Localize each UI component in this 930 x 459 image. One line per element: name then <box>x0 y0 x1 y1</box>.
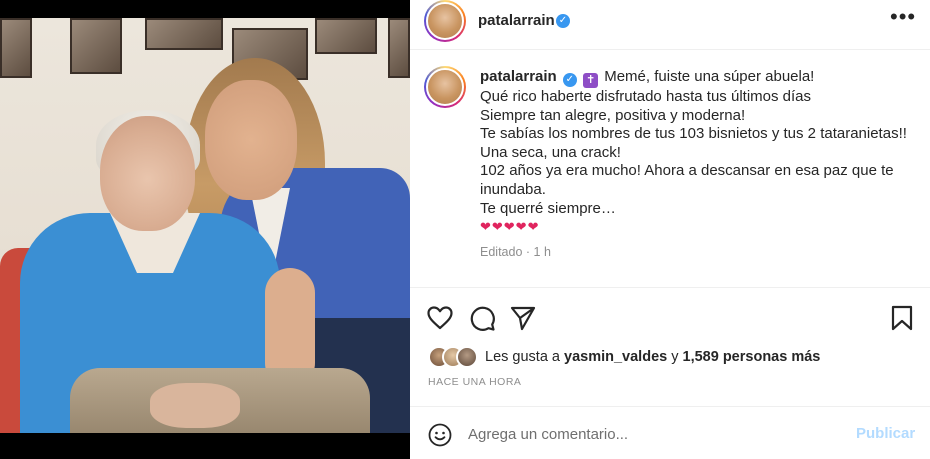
wall-picture <box>70 18 122 74</box>
meta-separator: · <box>525 245 531 259</box>
caption-time[interactable]: 1 h <box>534 245 551 259</box>
more-options-icon[interactable]: ••• <box>890 6 915 30</box>
cross-emoji-icon: ✝ <box>583 73 599 88</box>
avatar <box>456 346 478 368</box>
emoji-icon[interactable] <box>428 423 452 447</box>
wall-picture <box>388 18 410 78</box>
caption-avatar[interactable] <box>424 66 466 108</box>
photo-frame <box>0 18 410 433</box>
wall-picture <box>145 18 223 50</box>
caption-line: Te sabías los nombres de tus 103 bisniet… <box>480 125 907 143</box>
caption-text: Memé, fuiste una súper abuela! <box>604 68 815 85</box>
author-avatar[interactable] <box>424 0 466 42</box>
verified-badge-icon: ✓ <box>562 73 577 87</box>
likes-prefix: Les gusta a <box>485 349 560 365</box>
publish-button[interactable]: Publicar <box>856 425 915 442</box>
comment-input[interactable] <box>468 421 838 447</box>
caption-line: Una seca, una crack! <box>480 143 621 161</box>
caption-line: Qué rico haberte disfrutado hasta tus úl… <box>480 88 812 105</box>
likes-count[interactable]: 1,589 personas más <box>683 349 821 365</box>
caption-line: 102 años ya era mucho! Ahora a descansar… <box>480 162 894 180</box>
wall-picture <box>0 18 32 78</box>
caption-line: Te querré siempre… <box>480 199 616 217</box>
hearts-emoji: ❤❤❤❤❤ <box>480 219 540 235</box>
likes-conjunction: y <box>671 349 679 365</box>
paper-plane-icon[interactable] <box>509 304 537 332</box>
elder-face <box>100 116 195 231</box>
caption-line: inundaba. <box>480 180 546 198</box>
wall-picture <box>315 18 377 54</box>
post-caption: patalarrain ✓ ✝ Memé, fuiste una súper a… <box>480 68 920 237</box>
comment-icon[interactable] <box>468 304 496 332</box>
caption-username[interactable]: patalarrain <box>480 68 557 85</box>
likes-user[interactable]: yasmin_valdes <box>564 349 667 365</box>
caption-line: Siempre tan alegre, positiva y moderna! <box>480 106 746 124</box>
elder-hands <box>150 383 240 428</box>
comment-bar: Publicar <box>410 406 930 459</box>
heart-outline-icon[interactable] <box>426 304 454 332</box>
bookmark-icon[interactable] <box>888 304 916 332</box>
edited-label: Editado <box>480 245 523 259</box>
section-divider <box>410 287 930 288</box>
post-panel: patalarrain ✓ ••• patalarrain ✓ ✝ Memé, … <box>410 0 930 459</box>
woman-face <box>205 80 297 200</box>
post-header: patalarrain ✓ ••• <box>410 0 930 50</box>
post-timestamp[interactable]: HACE UNA HORA <box>428 376 521 388</box>
post-photo[interactable] <box>0 0 410 459</box>
likes-summary: Les gusta a yasmin_valdes y 1,589 person… <box>428 344 820 370</box>
caption-first-line: patalarrain ✓ ✝ Memé, fuiste una súper a… <box>480 68 920 88</box>
author-username[interactable]: patalarrain <box>478 12 555 29</box>
caption-meta: Editado · 1 h <box>480 245 551 259</box>
liker-avatars[interactable] <box>428 345 480 369</box>
verified-badge-icon: ✓ <box>556 14 570 28</box>
